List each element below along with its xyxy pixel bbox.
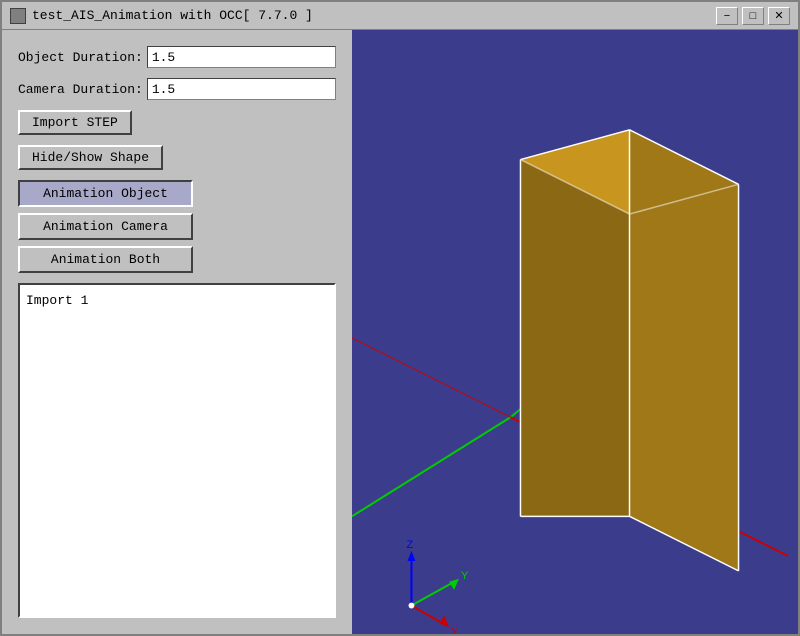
import-list[interactable]: Import 1 bbox=[18, 283, 336, 618]
hide-show-row: Hide/Show Shape bbox=[18, 145, 336, 170]
app-icon bbox=[10, 8, 26, 24]
camera-duration-label: Camera Duration: bbox=[18, 82, 143, 97]
animation-object-button[interactable]: Animation Object bbox=[18, 180, 193, 207]
window-controls: − □ ✕ bbox=[716, 7, 790, 25]
maximize-button[interactable]: □ bbox=[742, 7, 764, 25]
content-area: Object Duration: Camera Duration: Import… bbox=[2, 30, 798, 634]
viewport[interactable]: Z Y X bbox=[352, 30, 798, 634]
svg-text:X: X bbox=[451, 626, 459, 634]
animation-both-button[interactable]: Animation Both bbox=[18, 246, 193, 273]
camera-duration-row: Camera Duration: bbox=[18, 78, 336, 100]
object-duration-row: Object Duration: bbox=[18, 46, 336, 68]
svg-text:Z: Z bbox=[407, 539, 414, 551]
object-duration-label: Object Duration: bbox=[18, 50, 143, 65]
list-item: Import 1 bbox=[26, 291, 328, 310]
object-duration-input[interactable] bbox=[147, 46, 336, 68]
import-step-row: Import STEP bbox=[18, 110, 336, 135]
window-title: test_AIS_Animation with OCC[ 7.7.0 ] bbox=[32, 8, 716, 23]
title-bar: test_AIS_Animation with OCC[ 7.7.0 ] − □… bbox=[2, 2, 798, 30]
viewport-canvas: Z Y X bbox=[352, 30, 798, 634]
animation-camera-button[interactable]: Animation Camera bbox=[18, 213, 193, 240]
svg-text:Y: Y bbox=[461, 570, 469, 582]
import-step-button[interactable]: Import STEP bbox=[18, 110, 132, 135]
left-panel: Object Duration: Camera Duration: Import… bbox=[2, 30, 352, 634]
minimize-button[interactable]: − bbox=[716, 7, 738, 25]
camera-duration-input[interactable] bbox=[147, 78, 336, 100]
close-button[interactable]: ✕ bbox=[768, 7, 790, 25]
main-window: test_AIS_Animation with OCC[ 7.7.0 ] − □… bbox=[0, 0, 800, 636]
hide-show-button[interactable]: Hide/Show Shape bbox=[18, 145, 163, 170]
animation-buttons: Animation Object Animation Camera Animat… bbox=[18, 180, 336, 273]
